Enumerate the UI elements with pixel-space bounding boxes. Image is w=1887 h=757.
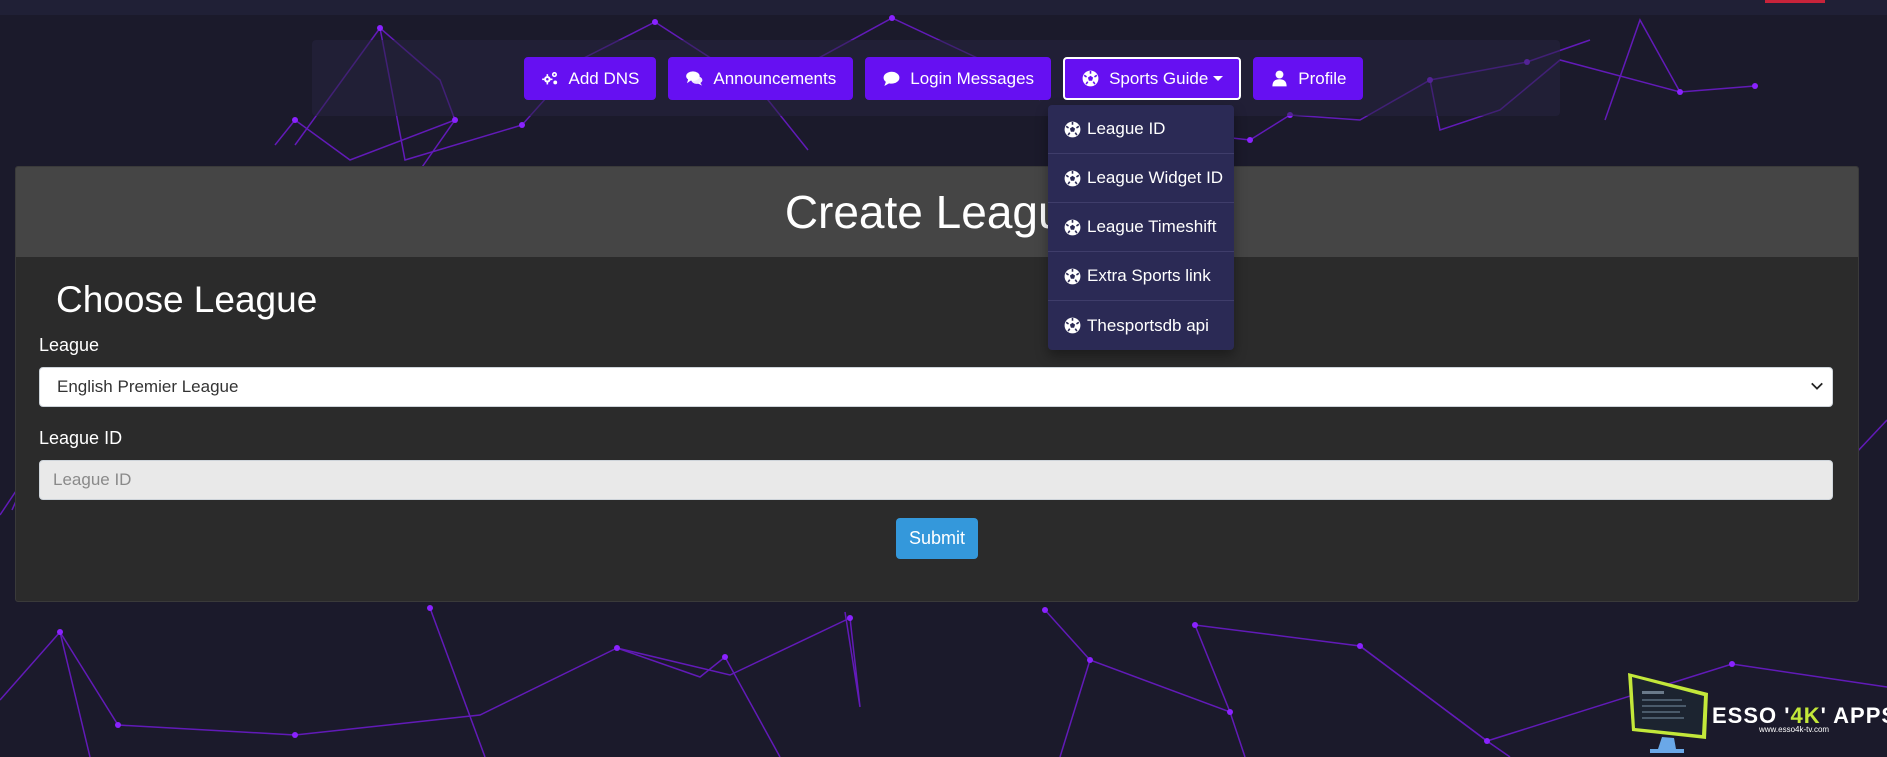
menu-item-label: League ID bbox=[1087, 119, 1166, 138]
brand-url: www.esso4k-tv.com bbox=[1759, 725, 1830, 734]
menu-item-label: League Timeshift bbox=[1087, 217, 1217, 236]
section-title: Choose League bbox=[56, 279, 318, 320]
announcements-label: Announcements bbox=[713, 68, 837, 88]
top-bar bbox=[0, 0, 1887, 15]
brand-logo: ESSO '4K' APPS www.esso4k-tv.com bbox=[1622, 667, 1887, 757]
league-id-input[interactable] bbox=[39, 460, 1833, 500]
announcements-button[interactable]: Announcements bbox=[668, 57, 854, 100]
league-select[interactable]: English Premier League bbox=[39, 367, 1833, 407]
profile-label: Profile bbox=[1298, 68, 1347, 88]
sports-guide-menu: League ID League Widget ID League Timesh… bbox=[1048, 105, 1234, 350]
futbol-icon bbox=[1063, 316, 1082, 335]
top-navigation: Add DNS Announcements Login Messages Spo… bbox=[0, 57, 1887, 100]
league-select-value: English Premier League bbox=[57, 377, 239, 396]
futbol-icon bbox=[1081, 69, 1100, 88]
login-messages-label: Login Messages bbox=[910, 68, 1035, 88]
futbol-icon bbox=[1063, 169, 1082, 188]
futbol-icon bbox=[1063, 267, 1082, 286]
create-league-card: Create League Choose League League Engli… bbox=[15, 166, 1859, 602]
monitor-icon bbox=[1628, 673, 1708, 753]
league-label: League bbox=[39, 335, 100, 355]
comments-icon bbox=[685, 69, 704, 88]
menu-item-label: Thesportsdb api bbox=[1087, 315, 1209, 335]
menu-item-extra-sports-link[interactable]: Extra Sports link bbox=[1048, 252, 1234, 301]
submit-button[interactable]: Submit bbox=[896, 518, 978, 559]
card-header: Create League bbox=[16, 167, 1858, 257]
logout-indicator[interactable] bbox=[1765, 0, 1825, 3]
menu-item-league-id[interactable]: League ID bbox=[1048, 105, 1234, 154]
menu-item-label: Extra Sports link bbox=[1087, 266, 1211, 285]
menu-item-league-widget-id[interactable]: League Widget ID bbox=[1048, 154, 1234, 203]
add-dns-label: Add DNS bbox=[568, 68, 640, 88]
menu-item-league-timeshift[interactable]: League Timeshift bbox=[1048, 203, 1234, 252]
cogs-icon bbox=[541, 69, 560, 88]
futbol-icon bbox=[1063, 218, 1082, 237]
menu-item-label: League Widget ID bbox=[1087, 168, 1224, 187]
profile-button[interactable]: Profile bbox=[1253, 57, 1364, 100]
futbol-icon bbox=[1063, 120, 1082, 139]
chevron-down-icon bbox=[1811, 382, 1823, 390]
sports-guide-dropdown-button[interactable]: Sports Guide bbox=[1063, 57, 1242, 100]
login-messages-button[interactable]: Login Messages bbox=[865, 57, 1052, 100]
user-icon bbox=[1270, 69, 1289, 88]
menu-item-thesportsdb-api[interactable]: Thesportsdb api bbox=[1048, 301, 1234, 350]
sports-guide-label: Sports Guide bbox=[1109, 68, 1209, 88]
comment-icon bbox=[882, 69, 901, 88]
page-title: Create League bbox=[784, 186, 1090, 238]
league-id-label: League ID bbox=[39, 428, 123, 448]
caret-down-icon bbox=[1213, 76, 1224, 81]
add-dns-button[interactable]: Add DNS bbox=[523, 57, 657, 100]
